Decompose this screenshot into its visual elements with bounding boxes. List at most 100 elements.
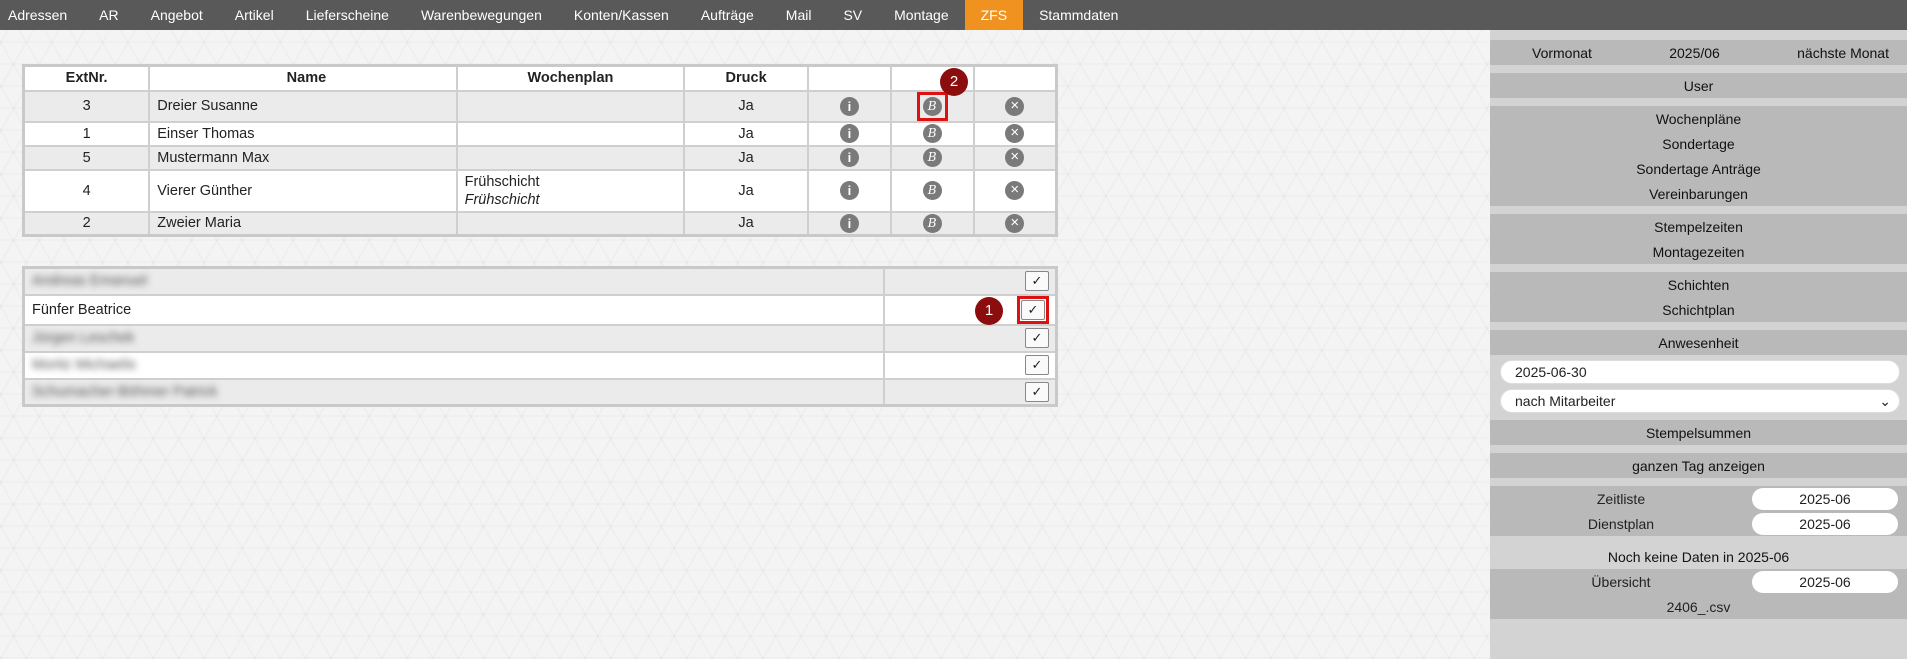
delete-cell: × xyxy=(972,168,1058,213)
mode-select[interactable]: nach Mitarbeiter ⌄ xyxy=(1500,389,1900,413)
list-check-cell: ✓ xyxy=(882,323,1058,353)
plans-block: Wochenpläne Sondertage Sondertage Anträg… xyxy=(1490,106,1907,206)
nav-warenbewegungen[interactable]: Warenbewegungen xyxy=(405,0,558,30)
druck-cell: Ja xyxy=(683,120,809,147)
zeitliste-row: Zeitliste 2025-06 xyxy=(1490,486,1907,511)
confirm-checkbox[interactable]: ✓ xyxy=(1025,271,1049,292)
nav-lieferscheine[interactable]: Lieferscheine xyxy=(290,0,405,30)
list-check-cell: ✓ xyxy=(882,350,1058,380)
header-extnr: ExtNr. xyxy=(22,64,151,92)
b-cell: B xyxy=(889,120,975,147)
info-icon[interactable]: i xyxy=(839,148,859,167)
nav-angebot[interactable]: Angebot xyxy=(135,0,219,30)
delete-cell: × xyxy=(972,89,1058,123)
confirm-checkbox[interactable]: ✓ xyxy=(1025,355,1049,375)
druck-cell: Ja xyxy=(683,89,809,123)
table-row: 2 Zweier Maria Ja i B × xyxy=(22,210,1058,237)
uebersicht-button[interactable]: Übersicht xyxy=(1490,574,1752,590)
dienstplan-button[interactable]: Dienstplan xyxy=(1490,516,1752,532)
next-month-button[interactable]: nächste Monat xyxy=(1797,45,1889,61)
b-circle-icon[interactable]: B xyxy=(922,96,942,116)
info-cell: i xyxy=(806,89,892,123)
info-icon[interactable]: i xyxy=(839,96,859,116)
vereinbarungen-button[interactable]: Vereinbarungen xyxy=(1490,181,1907,206)
csv-link[interactable]: 2406_.csv xyxy=(1667,599,1731,615)
wochenplan-cell xyxy=(455,210,686,237)
highlight-box: ✓ xyxy=(1017,295,1049,324)
b-circle-icon[interactable]: B xyxy=(922,148,942,167)
close-circle-icon[interactable]: × xyxy=(1005,213,1025,233)
employee-table: ExtNr. Name Wochenplan Druck 3 Dreier Su… xyxy=(22,64,1058,237)
nav-auftraege[interactable]: Aufträge xyxy=(685,0,770,30)
name-cell: Zweier Maria xyxy=(148,210,458,237)
nav-mail[interactable]: Mail xyxy=(770,0,828,30)
name-cell: Einser Thomas xyxy=(148,120,458,147)
stempelzeiten-button[interactable]: Stempelzeiten xyxy=(1490,214,1907,239)
b-circle-icon[interactable]: B xyxy=(922,124,942,143)
schichtplan-button[interactable]: Schichtplan xyxy=(1490,297,1907,322)
prev-month-button[interactable]: Vormonat xyxy=(1532,45,1592,61)
name-cell: Mustermann Max xyxy=(148,144,458,171)
list-name-cell: Moritz Michaelis xyxy=(22,350,885,380)
b-cell: B xyxy=(889,144,975,171)
stamp-sums-block: Stempelsummen xyxy=(1490,420,1907,445)
nav-ar[interactable]: AR xyxy=(83,0,134,30)
right-sidebar: Vormonat 2025/06 nächste Monat User Woch… xyxy=(1490,30,1907,659)
full-day-block: ganzen Tag anzeigen xyxy=(1490,453,1907,478)
header-wochenplan: Wochenplan xyxy=(455,64,686,92)
no-data-message: Noch keine Daten in 2025-06 xyxy=(1607,548,1790,565)
anwesenheit-button[interactable]: Anwesenheit xyxy=(1490,330,1907,355)
nav-artikel[interactable]: Artikel xyxy=(219,0,290,30)
close-circle-icon[interactable]: × xyxy=(1005,148,1025,167)
blurred-name: Andreas Emanuel xyxy=(32,273,148,290)
lists-block: Zeitliste 2025-06 Dienstplan 2025-06 xyxy=(1490,486,1907,536)
nav-adressen[interactable]: Adressen xyxy=(0,0,83,30)
dienstplan-month-input[interactable]: 2025-06 xyxy=(1752,512,1898,535)
list-name-cell: Fünfer Beatrice xyxy=(22,293,885,326)
schichten-button[interactable]: Schichten xyxy=(1490,272,1907,297)
wochenplan-cell: Frühschicht Frühschicht xyxy=(455,168,686,213)
close-circle-icon[interactable]: × xyxy=(1005,181,1025,200)
confirm-checkbox[interactable]: ✓ xyxy=(1021,299,1045,320)
druck-cell: Ja xyxy=(683,210,809,237)
stempelsummen-button[interactable]: Stempelsummen xyxy=(1490,420,1907,445)
dienstplan-row: Dienstplan 2025-06 xyxy=(1490,511,1907,536)
times-block: Stempelzeiten Montagezeiten xyxy=(1490,214,1907,264)
nav-sv[interactable]: SV xyxy=(827,0,878,30)
month-navigation: Vormonat 2025/06 nächste Monat xyxy=(1490,40,1907,65)
montagezeiten-button[interactable]: Montagezeiten xyxy=(1490,239,1907,264)
druck-cell: Ja xyxy=(683,144,809,171)
sondertage-button[interactable]: Sondertage xyxy=(1490,131,1907,156)
user-button[interactable]: User xyxy=(1490,73,1907,98)
sondertage-antraege-button[interactable]: Sondertage Anträge xyxy=(1490,156,1907,181)
info-cell: i xyxy=(806,168,892,213)
wochenplaene-button[interactable]: Wochenpläne xyxy=(1490,106,1907,131)
confirm-checkbox[interactable]: ✓ xyxy=(1025,328,1049,348)
zeitliste-month-input[interactable]: 2025-06 xyxy=(1752,487,1898,510)
wochenplan-cell xyxy=(455,144,686,171)
no-data-block: Noch keine Daten in 2025-06 xyxy=(1490,544,1907,569)
nav-stammdaten[interactable]: Stammdaten xyxy=(1023,0,1134,30)
nav-zfs[interactable]: ZFS xyxy=(964,0,1024,30)
list-item: Moritz Michaelis ✓ xyxy=(22,350,1058,380)
b-circle-icon[interactable]: B xyxy=(922,213,942,233)
blurred-name: Moritz Michaelis xyxy=(32,357,136,373)
info-icon[interactable]: i xyxy=(839,124,859,143)
ganzen-tag-anzeigen-button[interactable]: ganzen Tag anzeigen xyxy=(1490,453,1907,478)
close-circle-icon[interactable]: × xyxy=(1005,124,1025,143)
uebersicht-month-input[interactable]: 2025-06 xyxy=(1752,570,1898,593)
zeitliste-button[interactable]: Zeitliste xyxy=(1490,491,1752,507)
overview-block: Übersicht 2025-06 2406_.csv xyxy=(1490,569,1907,619)
b-circle-icon[interactable]: B xyxy=(922,181,942,200)
delete-cell: × xyxy=(972,144,1058,171)
date-input[interactable]: 2025-06-30 xyxy=(1500,360,1900,384)
info-icon[interactable]: i xyxy=(839,213,859,233)
confirm-checkbox[interactable]: ✓ xyxy=(1025,381,1049,402)
month-row: Vormonat 2025/06 nächste Monat xyxy=(1490,40,1907,65)
close-circle-icon[interactable]: × xyxy=(1005,96,1025,116)
info-icon[interactable]: i xyxy=(839,181,859,200)
wochenplan-cell xyxy=(455,89,686,123)
header-druck: Druck xyxy=(683,64,809,92)
nav-montage[interactable]: Montage xyxy=(878,0,964,30)
nav-konten-kassen[interactable]: Konten/Kassen xyxy=(558,0,685,30)
